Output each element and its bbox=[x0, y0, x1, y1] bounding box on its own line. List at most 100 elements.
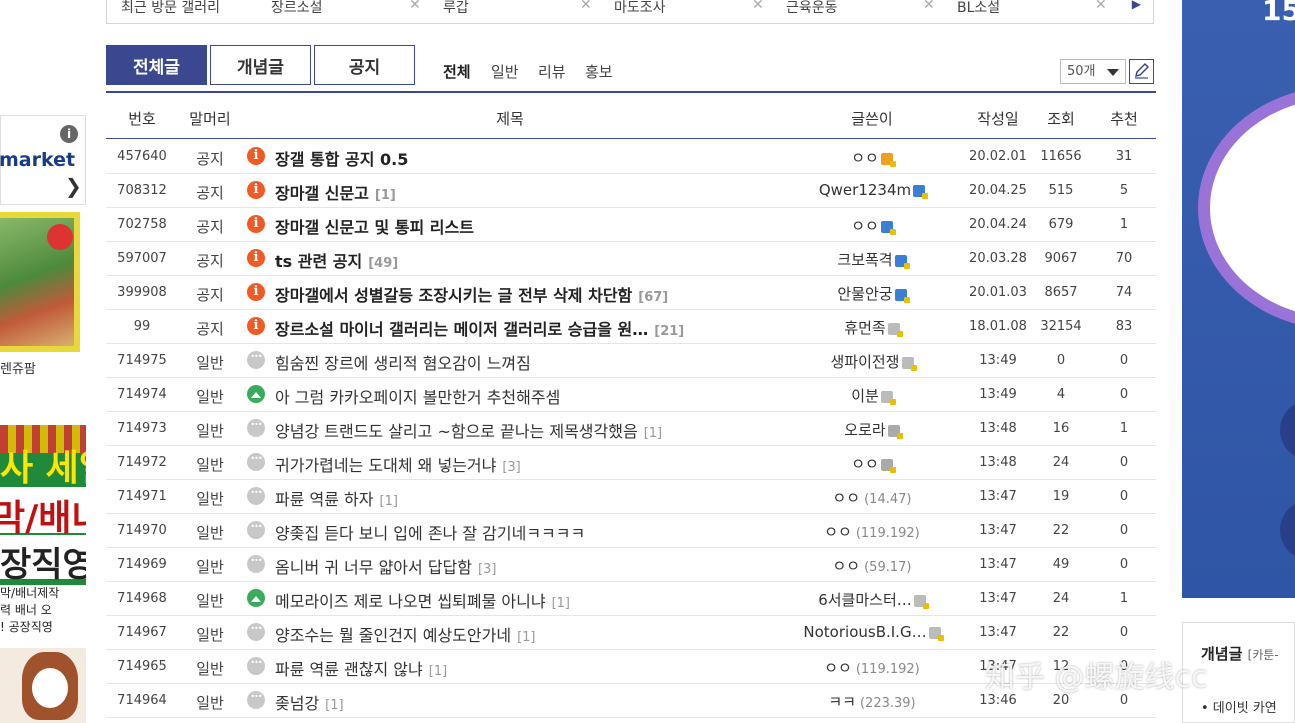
post-writer[interactable]: NotoriousB.I.G… bbox=[786, 623, 958, 641]
post-writer[interactable]: ㅋㅋ (223.39) bbox=[786, 691, 958, 712]
post-title-link[interactable]: 좆넘강 [1] bbox=[275, 690, 344, 714]
left-ad-market[interactable]: market i ❯ bbox=[0, 115, 86, 205]
concept-box-title[interactable]: 개념글 [카툰- bbox=[1201, 643, 1279, 664]
post-head: 일반 bbox=[196, 592, 224, 610]
recent-visit-title[interactable]: 최근 방문 갤러리 bbox=[121, 0, 220, 17]
post-writer[interactable]: 크보폭격 bbox=[786, 249, 958, 270]
tab-notice[interactable]: 공지 bbox=[314, 45, 415, 85]
table-row[interactable]: 714969 일반 옴니버 귀 너무 얇아서 답답함 [3] ㅇㅇ(59.17) 13:4… bbox=[106, 548, 1156, 582]
close-icon[interactable]: ✕ bbox=[1095, 0, 1107, 13]
post-title-link[interactable]: 장마갤에서 성별갈등 조장시키는 글 전부 삭제 차단함 [67] bbox=[275, 282, 668, 306]
table-row[interactable]: 714971 일반 파륜 역륜 하자 [1] ㅇㅇ(14.47) 13:47 19 0 bbox=[106, 480, 1156, 514]
reply-count[interactable]: [67] bbox=[638, 290, 668, 305]
reply-count[interactable]: [21] bbox=[654, 324, 684, 339]
post-writer[interactable]: 안물안궁 bbox=[786, 283, 958, 304]
table-row[interactable]: 714972 일반 귀가가렵네는 도대체 왜 넣는거냐 [3] ㅇㅇ 13:48 24 0 bbox=[106, 446, 1156, 480]
right-ad-banner[interactable]: 15 bbox=[1182, 0, 1295, 598]
next-arrow-icon[interactable]: ▶ bbox=[1132, 0, 1141, 11]
post-writer[interactable]: ㅇㅇ (119.192) bbox=[786, 657, 958, 678]
post-title-link[interactable]: 옴니버 귀 너무 얇아서 답답함 [3] bbox=[275, 554, 496, 578]
reply-count[interactable]: [1] bbox=[517, 630, 535, 645]
post-title: 좆넘강 bbox=[275, 694, 320, 713]
post-title-link[interactable]: 장갤 통합 공지 0.5 bbox=[275, 146, 408, 170]
chevron-right-icon[interactable]: ❯ bbox=[65, 174, 82, 198]
reply-count[interactable]: [3] bbox=[502, 460, 520, 475]
reply-count[interactable]: [1] bbox=[429, 664, 447, 679]
table-row[interactable]: 714974 일반 아 그럼 카카오페이지 볼만한거 추천해주셈 이분 13:49 4 0 bbox=[106, 378, 1156, 412]
post-title-link[interactable]: ts 관련 공지 [49] bbox=[275, 248, 398, 272]
left-ad-banner-sale[interactable]: 사 세일 막/배너 장직영 막/배너제작 력 배너 오 ! 공장직영 bbox=[0, 425, 86, 641]
post-writer[interactable]: ㅇㅇ (59.17) bbox=[786, 555, 958, 576]
subcat-promo[interactable]: 홍보 bbox=[585, 61, 613, 82]
table-row[interactable]: 99 공지 장르소설 마이너 갤러리는 메이저 갤러리로 승급을 원… [21] 휴먼족… bbox=[106, 310, 1156, 344]
post-title-link[interactable]: 파륜 역륜 괜찮지 않냐 [1] bbox=[275, 656, 447, 680]
table-row[interactable]: 714975 일반 힘숨찐 장르에 생리적 혐오감이 느껴짐 생파이전쟁 13:49 0 0 bbox=[106, 344, 1156, 378]
concept-box-item[interactable]: • 데이빗 카연 bbox=[1201, 697, 1277, 716]
writer-name: ㅇㅇ bbox=[832, 489, 861, 507]
table-row[interactable]: 714973 일반 양념강 트랜드도 살리고 ~함으로 끝나는 제목생각했음 [1] 오… bbox=[106, 412, 1156, 446]
reply-count[interactable]: [1] bbox=[375, 188, 396, 203]
reply-count[interactable]: [1] bbox=[644, 426, 662, 441]
table-row[interactable]: 457640 공지 장갤 통합 공지 0.5 ㅇㅇ 20.02.01 11656 31 bbox=[106, 140, 1156, 174]
pencil-icon bbox=[1134, 62, 1150, 79]
reply-count[interactable]: [1] bbox=[380, 494, 398, 509]
recent-item[interactable]: 마도조사 bbox=[614, 0, 666, 17]
recent-item[interactable]: 근육운동 bbox=[786, 0, 838, 17]
left-ad-dog[interactable] bbox=[0, 648, 86, 723]
table-row[interactable]: 714970 일반 양좆집 듣다 보니 입에 존나 잘 감기네ㅋㅋㅋㅋ ㅇㅇ(119.… bbox=[106, 514, 1156, 548]
post-writer[interactable]: Qwer1234m bbox=[786, 181, 958, 199]
left-ad-caption[interactable]: 렌쥬팜 bbox=[0, 358, 36, 377]
list-count-select[interactable]: 50개 bbox=[1060, 59, 1126, 84]
post-title-link[interactable]: 파륜 역륜 하자 [1] bbox=[275, 486, 398, 510]
ad-sale-line2: 막/배너 bbox=[0, 498, 86, 539]
table-row[interactable]: 708312 공지 장마갤 신문고 [1] Qwer1234m 20.04.25 515 5 bbox=[106, 174, 1156, 208]
post-writer[interactable]: 오로라 bbox=[786, 419, 958, 440]
table-row[interactable]: 714967 일반 양조수는 뭘 줄인건지 예상도안가네 [1] NotoriousB.… bbox=[106, 616, 1156, 650]
post-writer[interactable]: 이분 bbox=[786, 385, 958, 406]
post-writer[interactable]: ㅇㅇ bbox=[786, 453, 958, 474]
post-title-link[interactable]: 귀가가렵네는 도대체 왜 넣는거냐 [3] bbox=[275, 452, 521, 476]
subcat-general[interactable]: 일반 bbox=[491, 61, 519, 82]
post-title-link[interactable]: 장마갤 신문고 및 통피 리스트 bbox=[275, 214, 474, 238]
left-ad-image[interactable] bbox=[0, 212, 80, 352]
post-writer[interactable]: 휴먼족 bbox=[786, 317, 958, 338]
writer-name: 휴먼족 bbox=[844, 319, 886, 337]
reply-count[interactable]: [3] bbox=[478, 562, 496, 577]
table-row[interactable]: 597007 공지 ts 관련 공지 [49] 크보폭격 20.03.28 9067 70 bbox=[106, 242, 1156, 276]
post-title-link[interactable]: 양조수는 뭘 줄인건지 예상도안가네 [1] bbox=[275, 622, 535, 646]
table-row[interactable]: 702758 공지 장마갤 신문고 및 통피 리스트 ㅇㅇ 20.04.24 679 1 bbox=[106, 208, 1156, 242]
close-icon[interactable]: ✕ bbox=[580, 0, 592, 13]
close-icon[interactable]: ✕ bbox=[752, 0, 764, 13]
info-icon[interactable]: i bbox=[60, 125, 78, 143]
close-icon[interactable]: ✕ bbox=[409, 0, 421, 13]
close-icon[interactable]: ✕ bbox=[923, 0, 935, 13]
post-title-link[interactable]: 장르소설 마이너 갤러리는 메이저 갤러리로 승급을 원… [21] bbox=[275, 316, 684, 340]
reply-count[interactable]: [1] bbox=[552, 596, 570, 611]
post-writer[interactable]: ㅇㅇ (14.47) bbox=[786, 487, 958, 508]
subcat-all[interactable]: 전체 bbox=[443, 61, 471, 82]
post-writer[interactable]: 6서클마스터… bbox=[786, 589, 958, 610]
recent-item[interactable]: BL소설 bbox=[957, 0, 1000, 17]
reply-count[interactable]: [1] bbox=[325, 698, 343, 713]
post-title-link[interactable]: 힘숨찐 장르에 생리적 혐오감이 느껴짐 bbox=[275, 350, 531, 374]
post-number: 702758 bbox=[117, 217, 167, 232]
subcat-review[interactable]: 리뷰 bbox=[538, 61, 566, 82]
tab-concept-posts[interactable]: 개념글 bbox=[210, 45, 311, 85]
post-title-link[interactable]: 양좆집 듣다 보니 입에 존나 잘 감기네ㅋㅋㅋㅋ bbox=[275, 520, 585, 544]
post-writer[interactable]: ㅇㅇ (119.192) bbox=[786, 521, 958, 542]
recent-item[interactable]: 루갑 bbox=[443, 0, 469, 17]
post-writer[interactable]: ㅇㅇ bbox=[786, 147, 958, 168]
reply-count[interactable]: [49] bbox=[368, 256, 398, 271]
post-writer[interactable]: 생파이전쟁 bbox=[786, 351, 958, 372]
tab-all-posts[interactable]: 전체글 bbox=[106, 45, 207, 85]
post-title-link[interactable]: 메모라이즈 제로 나오면 씹퇴폐물 아니냐 [1] bbox=[275, 588, 570, 612]
table-row[interactable]: 399908 공지 장마갤에서 성별갈등 조장시키는 글 전부 삭제 차단함 [67]… bbox=[106, 276, 1156, 310]
write-button[interactable] bbox=[1129, 59, 1154, 84]
post-title-link[interactable]: 장마갤 신문고 [1] bbox=[275, 180, 396, 204]
recent-item[interactable]: 장르소설 bbox=[271, 0, 323, 17]
post-date: 20.02.01 bbox=[969, 149, 1027, 164]
table-row[interactable]: 714968 일반 메모라이즈 제로 나오면 씹퇴폐물 아니냐 [1] 6서클마스터… 1… bbox=[106, 582, 1156, 616]
post-title-link[interactable]: 아 그럼 카카오페이지 볼만한거 추천해주셈 bbox=[275, 384, 560, 408]
post-title-link[interactable]: 양념강 트랜드도 살리고 ~함으로 끝나는 제목생각했음 [1] bbox=[275, 418, 662, 442]
post-writer[interactable]: ㅇㅇ bbox=[786, 215, 958, 236]
